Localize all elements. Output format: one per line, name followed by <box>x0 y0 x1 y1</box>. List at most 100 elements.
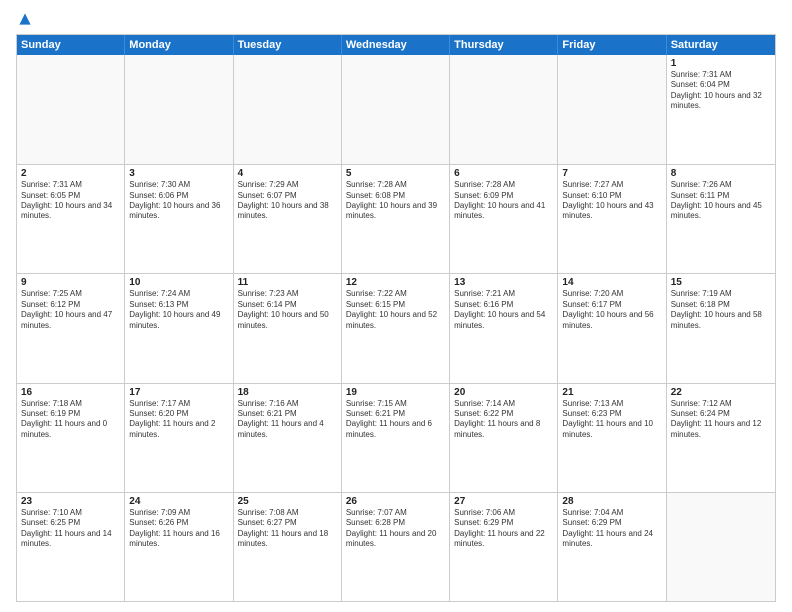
day-info: Sunrise: 7:30 AM Sunset: 6:06 PM Dayligh… <box>129 180 228 222</box>
day-number: 10 <box>129 277 228 288</box>
day-info: Sunrise: 7:31 AM Sunset: 6:04 PM Dayligh… <box>671 70 771 112</box>
day-number: 13 <box>454 277 553 288</box>
calendar-row: 1Sunrise: 7:31 AM Sunset: 6:04 PM Daylig… <box>17 55 775 164</box>
day-number: 28 <box>562 496 661 507</box>
calendar-cell <box>342 55 450 164</box>
calendar-cell: 26Sunrise: 7:07 AM Sunset: 6:28 PM Dayli… <box>342 493 450 601</box>
day-info: Sunrise: 7:07 AM Sunset: 6:28 PM Dayligh… <box>346 508 445 550</box>
day-info: Sunrise: 7:13 AM Sunset: 6:23 PM Dayligh… <box>562 399 661 441</box>
day-number: 22 <box>671 387 771 398</box>
day-number: 26 <box>346 496 445 507</box>
day-number: 23 <box>21 496 120 507</box>
day-info: Sunrise: 7:06 AM Sunset: 6:29 PM Dayligh… <box>454 508 553 550</box>
calendar-cell: 9Sunrise: 7:25 AM Sunset: 6:12 PM Daylig… <box>17 274 125 382</box>
day-info: Sunrise: 7:23 AM Sunset: 6:14 PM Dayligh… <box>238 289 337 331</box>
calendar-header: SundayMondayTuesdayWednesdayThursdayFrid… <box>17 35 775 55</box>
calendar-cell: 7Sunrise: 7:27 AM Sunset: 6:10 PM Daylig… <box>558 165 666 273</box>
day-info: Sunrise: 7:10 AM Sunset: 6:25 PM Dayligh… <box>21 508 120 550</box>
calendar-cell: 19Sunrise: 7:15 AM Sunset: 6:21 PM Dayli… <box>342 384 450 492</box>
day-info: Sunrise: 7:17 AM Sunset: 6:20 PM Dayligh… <box>129 399 228 441</box>
calendar-cell: 20Sunrise: 7:14 AM Sunset: 6:22 PM Dayli… <box>450 384 558 492</box>
calendar-cell: 25Sunrise: 7:08 AM Sunset: 6:27 PM Dayli… <box>234 493 342 601</box>
calendar-cell <box>234 55 342 164</box>
day-number: 14 <box>562 277 661 288</box>
day-of-week-saturday: Saturday <box>667 35 775 55</box>
calendar-cell: 13Sunrise: 7:21 AM Sunset: 6:16 PM Dayli… <box>450 274 558 382</box>
calendar-cell: 10Sunrise: 7:24 AM Sunset: 6:13 PM Dayli… <box>125 274 233 382</box>
day-of-week-friday: Friday <box>558 35 666 55</box>
calendar-cell <box>17 55 125 164</box>
calendar-cell: 28Sunrise: 7:04 AM Sunset: 6:29 PM Dayli… <box>558 493 666 601</box>
day-number: 19 <box>346 387 445 398</box>
calendar-cell: 24Sunrise: 7:09 AM Sunset: 6:26 PM Dayli… <box>125 493 233 601</box>
day-number: 18 <box>238 387 337 398</box>
day-info: Sunrise: 7:09 AM Sunset: 6:26 PM Dayligh… <box>129 508 228 550</box>
day-number: 4 <box>238 168 337 179</box>
day-number: 3 <box>129 168 228 179</box>
day-info: Sunrise: 7:31 AM Sunset: 6:05 PM Dayligh… <box>21 180 120 222</box>
calendar-cell: 12Sunrise: 7:22 AM Sunset: 6:15 PM Dayli… <box>342 274 450 382</box>
calendar-cell: 3Sunrise: 7:30 AM Sunset: 6:06 PM Daylig… <box>125 165 233 273</box>
day-info: Sunrise: 7:27 AM Sunset: 6:10 PM Dayligh… <box>562 180 661 222</box>
calendar-cell: 21Sunrise: 7:13 AM Sunset: 6:23 PM Dayli… <box>558 384 666 492</box>
day-number: 25 <box>238 496 337 507</box>
calendar-cell: 15Sunrise: 7:19 AM Sunset: 6:18 PM Dayli… <box>667 274 775 382</box>
day-number: 11 <box>238 277 337 288</box>
day-number: 20 <box>454 387 553 398</box>
calendar-cell: 2Sunrise: 7:31 AM Sunset: 6:05 PM Daylig… <box>17 165 125 273</box>
day-info: Sunrise: 7:04 AM Sunset: 6:29 PM Dayligh… <box>562 508 661 550</box>
day-info: Sunrise: 7:20 AM Sunset: 6:17 PM Dayligh… <box>562 289 661 331</box>
day-number: 8 <box>671 168 771 179</box>
calendar-body: 1Sunrise: 7:31 AM Sunset: 6:04 PM Daylig… <box>17 55 775 601</box>
calendar-row: 9Sunrise: 7:25 AM Sunset: 6:12 PM Daylig… <box>17 273 775 382</box>
calendar-cell: 6Sunrise: 7:28 AM Sunset: 6:09 PM Daylig… <box>450 165 558 273</box>
calendar-cell: 1Sunrise: 7:31 AM Sunset: 6:04 PM Daylig… <box>667 55 775 164</box>
day-number: 16 <box>21 387 120 398</box>
calendar: SundayMondayTuesdayWednesdayThursdayFrid… <box>16 34 776 602</box>
day-info: Sunrise: 7:14 AM Sunset: 6:22 PM Dayligh… <box>454 399 553 441</box>
day-number: 1 <box>671 58 771 69</box>
day-info: Sunrise: 7:28 AM Sunset: 6:09 PM Dayligh… <box>454 180 553 222</box>
calendar-cell: 17Sunrise: 7:17 AM Sunset: 6:20 PM Dayli… <box>125 384 233 492</box>
calendar-cell: 14Sunrise: 7:20 AM Sunset: 6:17 PM Dayli… <box>558 274 666 382</box>
day-info: Sunrise: 7:16 AM Sunset: 6:21 PM Dayligh… <box>238 399 337 441</box>
day-info: Sunrise: 7:26 AM Sunset: 6:11 PM Dayligh… <box>671 180 771 222</box>
day-number: 24 <box>129 496 228 507</box>
calendar-cell <box>125 55 233 164</box>
calendar-cell <box>450 55 558 164</box>
calendar-cell <box>667 493 775 601</box>
calendar-row: 23Sunrise: 7:10 AM Sunset: 6:25 PM Dayli… <box>17 492 775 601</box>
calendar-cell <box>558 55 666 164</box>
calendar-cell: 11Sunrise: 7:23 AM Sunset: 6:14 PM Dayli… <box>234 274 342 382</box>
day-info: Sunrise: 7:25 AM Sunset: 6:12 PM Dayligh… <box>21 289 120 331</box>
calendar-cell: 22Sunrise: 7:12 AM Sunset: 6:24 PM Dayli… <box>667 384 775 492</box>
day-info: Sunrise: 7:15 AM Sunset: 6:21 PM Dayligh… <box>346 399 445 441</box>
day-info: Sunrise: 7:18 AM Sunset: 6:19 PM Dayligh… <box>21 399 120 441</box>
day-number: 27 <box>454 496 553 507</box>
day-number: 21 <box>562 387 661 398</box>
calendar-cell: 8Sunrise: 7:26 AM Sunset: 6:11 PM Daylig… <box>667 165 775 273</box>
day-number: 2 <box>21 168 120 179</box>
day-number: 12 <box>346 277 445 288</box>
day-number: 17 <box>129 387 228 398</box>
calendar-row: 16Sunrise: 7:18 AM Sunset: 6:19 PM Dayli… <box>17 383 775 492</box>
day-info: Sunrise: 7:19 AM Sunset: 6:18 PM Dayligh… <box>671 289 771 331</box>
day-of-week-wednesday: Wednesday <box>342 35 450 55</box>
calendar-cell: 18Sunrise: 7:16 AM Sunset: 6:21 PM Dayli… <box>234 384 342 492</box>
logo <box>16 16 32 26</box>
day-info: Sunrise: 7:29 AM Sunset: 6:07 PM Dayligh… <box>238 180 337 222</box>
calendar-cell: 23Sunrise: 7:10 AM Sunset: 6:25 PM Dayli… <box>17 493 125 601</box>
day-number: 15 <box>671 277 771 288</box>
day-info: Sunrise: 7:28 AM Sunset: 6:08 PM Dayligh… <box>346 180 445 222</box>
page: SundayMondayTuesdayWednesdayThursdayFrid… <box>0 0 792 612</box>
day-info: Sunrise: 7:24 AM Sunset: 6:13 PM Dayligh… <box>129 289 228 331</box>
day-of-week-monday: Monday <box>125 35 233 55</box>
logo-icon <box>18 12 32 26</box>
header <box>16 16 776 26</box>
calendar-cell: 27Sunrise: 7:06 AM Sunset: 6:29 PM Dayli… <box>450 493 558 601</box>
day-of-week-thursday: Thursday <box>450 35 558 55</box>
day-info: Sunrise: 7:22 AM Sunset: 6:15 PM Dayligh… <box>346 289 445 331</box>
day-number: 9 <box>21 277 120 288</box>
day-number: 5 <box>346 168 445 179</box>
day-number: 6 <box>454 168 553 179</box>
